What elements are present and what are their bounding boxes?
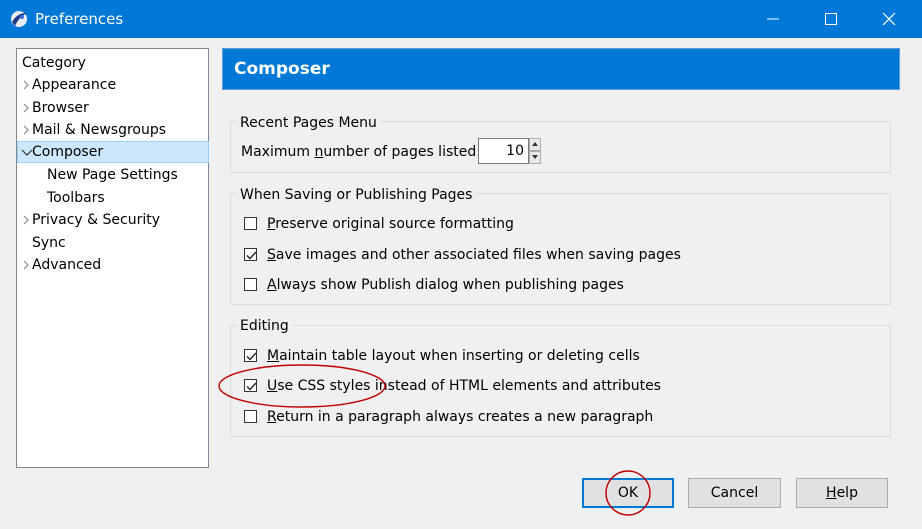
tree-item-label: Mail & Newsgroups [32, 122, 167, 138]
close-button[interactable] [866, 0, 912, 38]
tree-item-label: Privacy & Security [32, 212, 160, 228]
chevron-right-icon [23, 125, 29, 135]
panel-title: Composer [234, 59, 330, 79]
maximize-button[interactable] [808, 0, 854, 38]
tree-item-browser[interactable]: Browser [17, 97, 208, 119]
tree-item-label: Appearance [32, 77, 117, 93]
tree-item-label: Composer [32, 144, 104, 160]
category-tree[interactable]: Category Appearance Browser Mail & Newsg… [16, 48, 209, 468]
stepper-up-button[interactable] [529, 138, 541, 151]
chevron-right-icon [23, 103, 29, 113]
tree-item-appearance[interactable]: Appearance [17, 74, 208, 96]
checkmark-icon [246, 251, 257, 260]
tree-item-toolbars[interactable]: Toolbars [17, 187, 208, 209]
tree-item-label: Advanced [32, 257, 102, 273]
tree-item-label: Browser [32, 100, 89, 116]
tree-item-label: Sync [32, 235, 66, 251]
chevron-right-icon [23, 260, 29, 270]
tree-item-label: Toolbars [47, 190, 105, 206]
panel-header: Composer [222, 48, 900, 90]
cancel-button[interactable]: Cancel [688, 478, 781, 508]
tree-item-privacy-security[interactable]: Privacy & Security [17, 209, 208, 231]
minimize-button[interactable] [750, 0, 796, 38]
show-publish-dialog-checkbox[interactable] [244, 278, 257, 291]
chevron-right-icon [23, 80, 29, 90]
use-css-styles-checkbox[interactable] [244, 379, 257, 392]
window-title: Preferences [35, 10, 124, 28]
tree-item-label: New Page Settings [47, 167, 178, 183]
saving-publishing-legend: When Saving or Publishing Pages [237, 186, 476, 204]
category-header: Category [22, 55, 86, 71]
help-button[interactable]: Help [796, 478, 888, 508]
checkmark-icon [246, 352, 257, 361]
tree-item-mail-newsgroups[interactable]: Mail & Newsgroups [17, 119, 208, 141]
tree-item-sync[interactable]: Sync [17, 232, 208, 254]
max-pages-label: Maximum number of pages listed: [241, 144, 481, 160]
ok-button[interactable]: OK [582, 478, 674, 508]
checkmark-icon [246, 382, 257, 391]
minimize-icon [767, 18, 779, 20]
max-pages-input[interactable] [478, 138, 529, 164]
save-images-checkbox[interactable] [244, 248, 257, 261]
preserve-formatting-checkbox[interactable] [244, 217, 257, 230]
editing-legend: Editing [237, 317, 292, 335]
maintain-table-layout-checkbox[interactable] [244, 349, 257, 362]
arrow-up-icon [532, 142, 538, 146]
recent-pages-legend: Recent Pages Menu [237, 114, 380, 132]
stepper-down-button[interactable] [529, 151, 541, 164]
title-bar: Preferences [0, 0, 922, 38]
max-pages-stepper[interactable] [478, 138, 542, 164]
chevron-right-icon [23, 215, 29, 225]
tree-item-advanced[interactable]: Advanced [17, 254, 208, 276]
arrow-down-icon [532, 155, 538, 159]
maximize-icon [825, 13, 837, 25]
return-new-paragraph-checkbox[interactable] [244, 410, 257, 423]
app-icon [11, 11, 27, 27]
tree-item-composer[interactable]: Composer [17, 141, 209, 163]
tree-item-new-page-settings[interactable]: New Page Settings [17, 164, 208, 186]
close-icon [882, 12, 896, 26]
